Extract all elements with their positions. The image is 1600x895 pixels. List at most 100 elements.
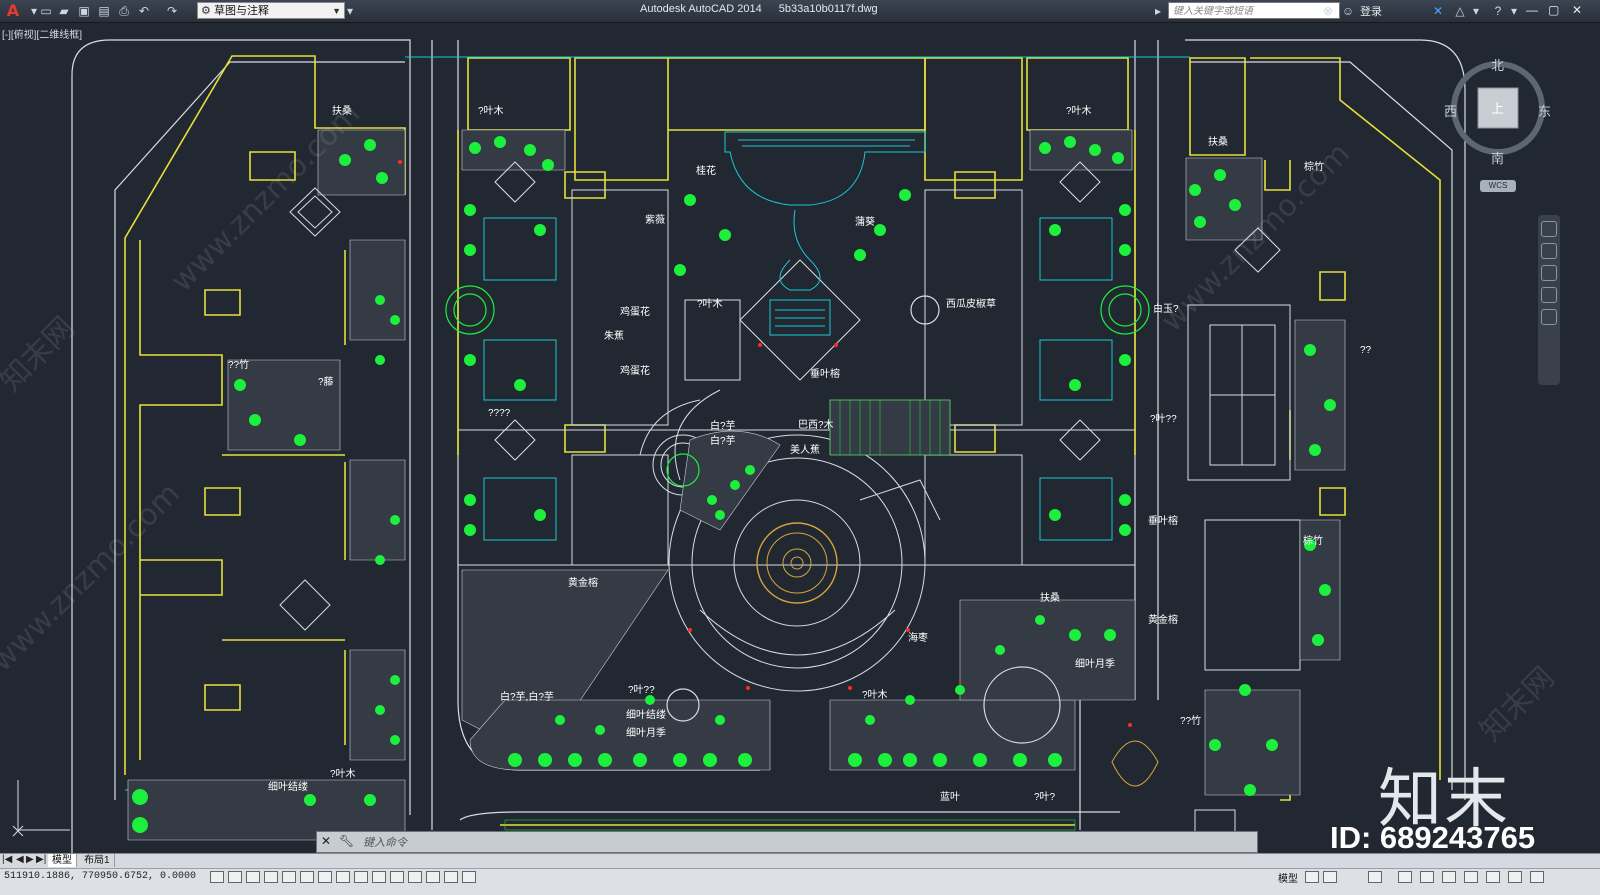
autodesk360-icon[interactable]: △ xyxy=(1452,3,1468,19)
close-icon[interactable]: ✕ xyxy=(321,834,331,848)
plant-label: 棕竹 xyxy=(1303,536,1323,547)
plant-label: 桂花 xyxy=(696,166,716,177)
binoculars-icon[interactable]: ⊗ xyxy=(1320,3,1336,19)
zoom-icon[interactable] xyxy=(1541,265,1557,281)
print-icon[interactable]: ⎙ xyxy=(116,3,132,19)
orbit-icon[interactable] xyxy=(1541,287,1557,303)
prev-tab-icon[interactable]: ◀ xyxy=(16,854,24,865)
new-file-icon[interactable]: ▭ xyxy=(38,3,54,19)
plant-label: 细叶结缕 xyxy=(268,782,308,793)
tab-layout1[interactable]: 布局1 xyxy=(80,854,115,867)
showmotion-icon[interactable] xyxy=(1541,309,1557,325)
customization-icon[interactable] xyxy=(1508,871,1522,883)
plant-label: 黄金榕 xyxy=(568,578,598,589)
next-tab-icon[interactable]: ▶ xyxy=(26,854,34,865)
plant-label: ?叶木 xyxy=(330,769,356,780)
plant-label: ??竹 xyxy=(1180,716,1202,727)
search-input[interactable]: 键入关键字或短语 xyxy=(1168,2,1340,19)
transparency-icon[interactable] xyxy=(408,871,422,883)
plant-label: 鸡蛋花 xyxy=(620,307,650,318)
layout-tabs-bar: |◀ ◀ ▶ ▶| 模型 布局1 xyxy=(0,853,1600,868)
plant-label: ?叶?? xyxy=(628,685,655,696)
grid-display-icon[interactable] xyxy=(246,871,260,883)
open-file-icon[interactable]: ▰ xyxy=(56,3,72,19)
plant-label: 细叶月季 xyxy=(626,728,666,739)
plant-label: 西瓜皮椒草 xyxy=(946,299,996,310)
isolate-objects-icon[interactable] xyxy=(1486,871,1500,883)
plant-label: 鸡蛋花 xyxy=(620,366,650,377)
command-line[interactable]: ✕ 🔧︎ 键入命令 xyxy=(316,831,1258,853)
model-space-toggle[interactable]: 模型 xyxy=(1278,870,1298,885)
quick-view-layouts-icon[interactable] xyxy=(1305,871,1319,883)
login-link[interactable]: 登录 xyxy=(1360,3,1382,19)
quick-access-more-icon[interactable]: ▾ xyxy=(342,3,358,19)
plant-label: ?叶木 xyxy=(697,299,723,310)
plant-label: 扶桑 xyxy=(1208,137,1228,148)
lineweight-icon[interactable] xyxy=(390,871,404,883)
3d-osnap-icon[interactable] xyxy=(318,871,332,883)
help-icon[interactable]: ? xyxy=(1490,3,1506,19)
close-icon[interactable]: ✕ xyxy=(1572,3,1582,17)
lock-icon[interactable] xyxy=(1442,871,1456,883)
dynamic-input-icon[interactable] xyxy=(372,871,386,883)
minimize-icon[interactable]: — xyxy=(1526,3,1538,17)
plant-label: 白?芋 xyxy=(710,436,736,447)
plant-label: ?叶? xyxy=(1034,792,1056,803)
app-name: Autodesk AutoCAD 2014 xyxy=(640,3,762,15)
snap-mode-icon[interactable] xyxy=(228,871,242,883)
object-snap-icon[interactable] xyxy=(300,871,314,883)
viewcube-west[interactable]: 西 xyxy=(1444,101,1457,120)
viewcube-north[interactable]: 北 xyxy=(1491,55,1504,74)
polar-tracking-icon[interactable] xyxy=(282,871,296,883)
steering-wheel-icon[interactable] xyxy=(1541,221,1557,237)
wcs-menu[interactable]: WCS xyxy=(1480,180,1516,192)
hardware-acceleration-icon[interactable] xyxy=(1464,871,1478,883)
save-icon[interactable]: ▣ xyxy=(76,3,92,19)
maximize-icon[interactable]: ▢ xyxy=(1548,3,1559,17)
ortho-mode-icon[interactable] xyxy=(264,871,278,883)
plant-label: 扶桑 xyxy=(1040,593,1060,604)
gear-icon: ⚙ xyxy=(201,5,211,17)
viewcube-south[interactable]: 南 xyxy=(1491,148,1504,167)
pan-icon[interactable] xyxy=(1541,243,1557,259)
plant-label: 美人蕉 xyxy=(790,445,820,456)
command-input[interactable]: 键入命令 xyxy=(363,834,407,850)
tab-model[interactable]: 模型 xyxy=(48,854,77,867)
infer-constraints-icon[interactable] xyxy=(210,871,224,883)
plant-label: ?藤 xyxy=(318,377,334,388)
quick-properties-icon[interactable] xyxy=(426,871,440,883)
plant-label: 蒲葵 xyxy=(855,217,875,228)
plant-label: 海枣 xyxy=(908,633,928,644)
save-as-icon[interactable]: ▤ xyxy=(96,3,112,19)
viewport-controls[interactable]: [-][俯视][二维线框] xyxy=(2,26,82,41)
annotation-visibility-icon[interactable] xyxy=(1398,871,1412,883)
workspace-switching-icon[interactable] xyxy=(1420,871,1434,883)
plant-label: 白?芋,白?芋 xyxy=(500,692,554,703)
object-snap-tracking-icon[interactable] xyxy=(336,871,350,883)
dynamic-ucs-icon[interactable] xyxy=(354,871,368,883)
exchange-icon[interactable]: ✕ xyxy=(1430,3,1446,19)
plant-label: 巴西?木 xyxy=(798,420,834,431)
quick-view-drawings-icon[interactable] xyxy=(1323,871,1337,883)
image-id: ID: 689243765 xyxy=(1330,820,1536,855)
undo-icon[interactable]: ↶ xyxy=(136,3,152,19)
viewcube-east[interactable]: 东 xyxy=(1538,101,1551,120)
clean-screen-icon[interactable] xyxy=(1530,871,1544,883)
redo-icon[interactable]: ↷ xyxy=(164,3,180,19)
last-tab-icon[interactable]: ▶| xyxy=(36,854,46,865)
annotation-monitor-icon[interactable] xyxy=(462,871,476,883)
autocad-logo-icon[interactable]: A xyxy=(2,1,24,21)
first-tab-icon[interactable]: |◀ xyxy=(2,854,12,865)
search-expand-icon[interactable]: ▸ xyxy=(1150,3,1166,19)
plant-label: 朱蕉 xyxy=(604,331,624,342)
wrench-icon[interactable]: 🔧︎ xyxy=(339,834,354,848)
workspace-dropdown[interactable]: ⚙ 草图与注释 ▼ xyxy=(197,2,345,19)
viewcube[interactable]: 北 南 东 西 上 xyxy=(1444,55,1558,168)
chevron-down-icon[interactable]: ▾ xyxy=(1468,3,1484,19)
chevron-down-icon[interactable]: ▾ xyxy=(1506,3,1522,19)
viewcube-top-face[interactable]: 上 xyxy=(1491,98,1504,117)
chevron-down-icon: ▼ xyxy=(332,6,341,16)
selection-cycling-icon[interactable] xyxy=(444,871,458,883)
annotation-scale-icon[interactable] xyxy=(1368,871,1382,883)
user-icon[interactable]: ☺ xyxy=(1340,3,1356,19)
